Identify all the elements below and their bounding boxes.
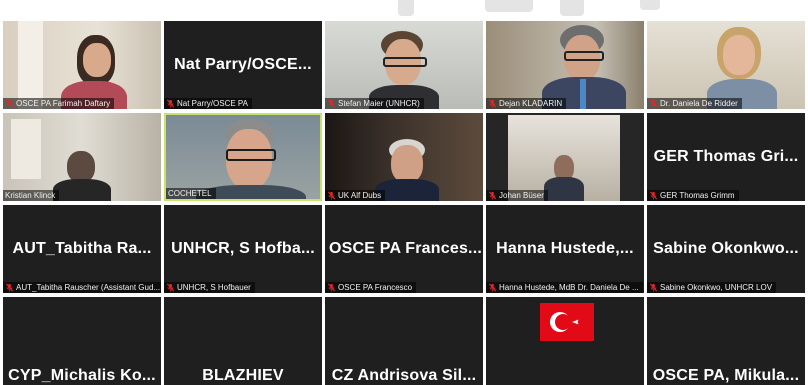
participant-video	[325, 21, 483, 109]
participant-name-label: Nat Parry/OSCE PA	[164, 98, 252, 109]
participant-name-label: UNHCR, S Hofbauer	[164, 282, 255, 293]
participant-tile[interactable]: OSCE PA Frances... OSCE PA Francesco	[325, 205, 483, 293]
participant-display-name: GER Thomas Gri...	[653, 148, 799, 165]
participant-name-label: Stefan Maier (UNHCR)	[325, 98, 424, 109]
participant-display-name: BLAZHIEV	[202, 367, 284, 384]
participant-tile[interactable]: UK Alf Dubs	[325, 113, 483, 201]
participant-name-label: Kristian Klinck	[3, 190, 60, 201]
participant-name-text: UK Alf Dubs	[338, 191, 382, 200]
participant-name-text: OSCE PA Francesco	[338, 283, 413, 292]
participant-name-text: Dr. Daniela De Ridder	[660, 99, 738, 108]
participant-tile[interactable]	[486, 297, 644, 385]
participant-tile[interactable]: UNHCR, S Hofba... UNHCR, S Hofbauer	[164, 205, 322, 293]
muted-mic-icon	[649, 191, 658, 200]
participant-tile[interactable]: Dr. Daniela De Ridder	[647, 21, 805, 109]
participant-tile[interactable]: GER Thomas Gri... GER Thomas Grimm	[647, 113, 805, 201]
muted-mic-icon	[327, 191, 336, 200]
participant-tile[interactable]: OSCE PA, Mikula...	[647, 297, 805, 385]
participant-name-text: GER Thomas Grimm	[660, 191, 735, 200]
participant-display-name: AUT_Tabitha Ra...	[12, 240, 152, 257]
participant-video	[166, 115, 320, 199]
participant-name-label: COCHETEL	[166, 188, 216, 199]
participant-name-label: Hanna Hustede, MdB Dr. Daniela De ...	[486, 282, 643, 293]
participant-name-text: OSCE PA Farimah Daftary	[16, 99, 111, 108]
participant-display-name: OSCE PA, Mikula...	[652, 367, 800, 384]
participant-name-label: AUT_Tabitha Rauscher (Assistant Gud...	[3, 282, 161, 293]
participant-name-label: Dejan KLADARIN	[486, 98, 567, 109]
participant-display-name: Nat Parry/OSCE...	[174, 56, 312, 73]
muted-mic-icon	[327, 99, 336, 108]
participant-name-text: Stefan Maier (UNHCR)	[338, 99, 420, 108]
muted-mic-icon	[649, 283, 658, 292]
participant-display-name: Sabine Okonkwo...	[653, 240, 799, 257]
muted-mic-icon	[5, 283, 14, 292]
participant-name-text: COCHETEL	[168, 189, 212, 198]
participant-tile[interactable]: Kristian Klinck	[3, 113, 161, 201]
participant-tile[interactable]: BLAZHIEV	[164, 297, 322, 385]
muted-mic-icon	[327, 283, 336, 292]
participant-name-label: OSCE PA Francesco	[325, 282, 417, 293]
muted-mic-icon	[488, 191, 497, 200]
video-gallery-grid: OSCE PA Farimah Daftary Nat Parry/OSCE...…	[3, 21, 808, 385]
participant-name-text: Hanna Hustede, MdB Dr. Daniela De ...	[499, 283, 639, 292]
participant-video	[325, 113, 483, 201]
participant-name-text: AUT_Tabitha Rauscher (Assistant Gud...	[16, 283, 161, 292]
participant-name-text: Dejan KLADARIN	[499, 99, 563, 108]
muted-mic-icon	[166, 283, 175, 292]
participant-tile[interactable]: Stefan Maier (UNHCR)	[325, 21, 483, 109]
flag-image	[486, 297, 644, 385]
participant-name-text: Johan Büser	[499, 191, 544, 200]
participant-tile[interactable]: CZ Andrisova Sil...	[325, 297, 483, 385]
participant-tile[interactable]: Johan Büser	[486, 113, 644, 201]
participant-display-name: CZ Andrisova Sil...	[331, 367, 477, 384]
participant-display-name: UNHCR, S Hofba...	[171, 240, 315, 257]
participant-tile[interactable]: Dejan KLADARIN	[486, 21, 644, 109]
participant-tile[interactable]: OSCE PA Farimah Daftary	[3, 21, 161, 109]
participant-name-label: OSCE PA Farimah Daftary	[3, 98, 115, 109]
participant-video	[486, 113, 644, 201]
participant-display-name: OSCE PA Frances...	[329, 240, 482, 257]
participant-name-text: Kristian Klinck	[5, 191, 56, 200]
muted-mic-icon	[166, 99, 175, 108]
participant-tile[interactable]: COCHETEL	[164, 113, 322, 201]
participant-name-text: Nat Parry/OSCE PA	[177, 99, 248, 108]
participant-name-label: Sabine Okonkwo, UNHCR LOV	[647, 282, 777, 293]
participant-name-label: Johan Büser	[486, 190, 548, 201]
muted-mic-icon	[488, 283, 497, 292]
participant-video	[3, 21, 161, 109]
participant-tile[interactable]: Nat Parry/OSCE... Nat Parry/OSCE PA	[164, 21, 322, 109]
participant-video	[3, 113, 161, 201]
participant-name-label: Dr. Daniela De Ridder	[647, 98, 742, 109]
participant-name-label: UK Alf Dubs	[325, 190, 386, 201]
participant-display-name: CYP_Michalis Ko...	[8, 367, 156, 384]
participant-tile[interactable]: Hanna Hustede,... Hanna Hustede, MdB Dr. …	[486, 205, 644, 293]
muted-mic-icon	[5, 99, 14, 108]
muted-mic-icon	[488, 99, 497, 108]
watermark-fragment	[560, 0, 584, 16]
participant-tile[interactable]: AUT_Tabitha Ra... AUT_Tabitha Rauscher (A…	[3, 205, 161, 293]
muted-mic-icon	[649, 99, 658, 108]
participant-tile[interactable]: Sabine Okonkwo... Sabine Okonkwo, UNHCR L…	[647, 205, 805, 293]
participant-video	[486, 21, 644, 109]
participant-video	[647, 21, 805, 109]
participant-name-text: Sabine Okonkwo, UNHCR LOV	[660, 283, 773, 292]
participant-tile[interactable]: CYP_Michalis Ko...	[3, 297, 161, 385]
participant-display-name: Hanna Hustede,...	[496, 240, 634, 257]
watermark-fragment	[485, 0, 533, 12]
watermark-fragment	[398, 0, 414, 16]
participant-name-label: GER Thomas Grimm	[647, 190, 739, 201]
participant-name-text: UNHCR, S Hofbauer	[177, 283, 251, 292]
watermark-fragment	[640, 0, 660, 10]
